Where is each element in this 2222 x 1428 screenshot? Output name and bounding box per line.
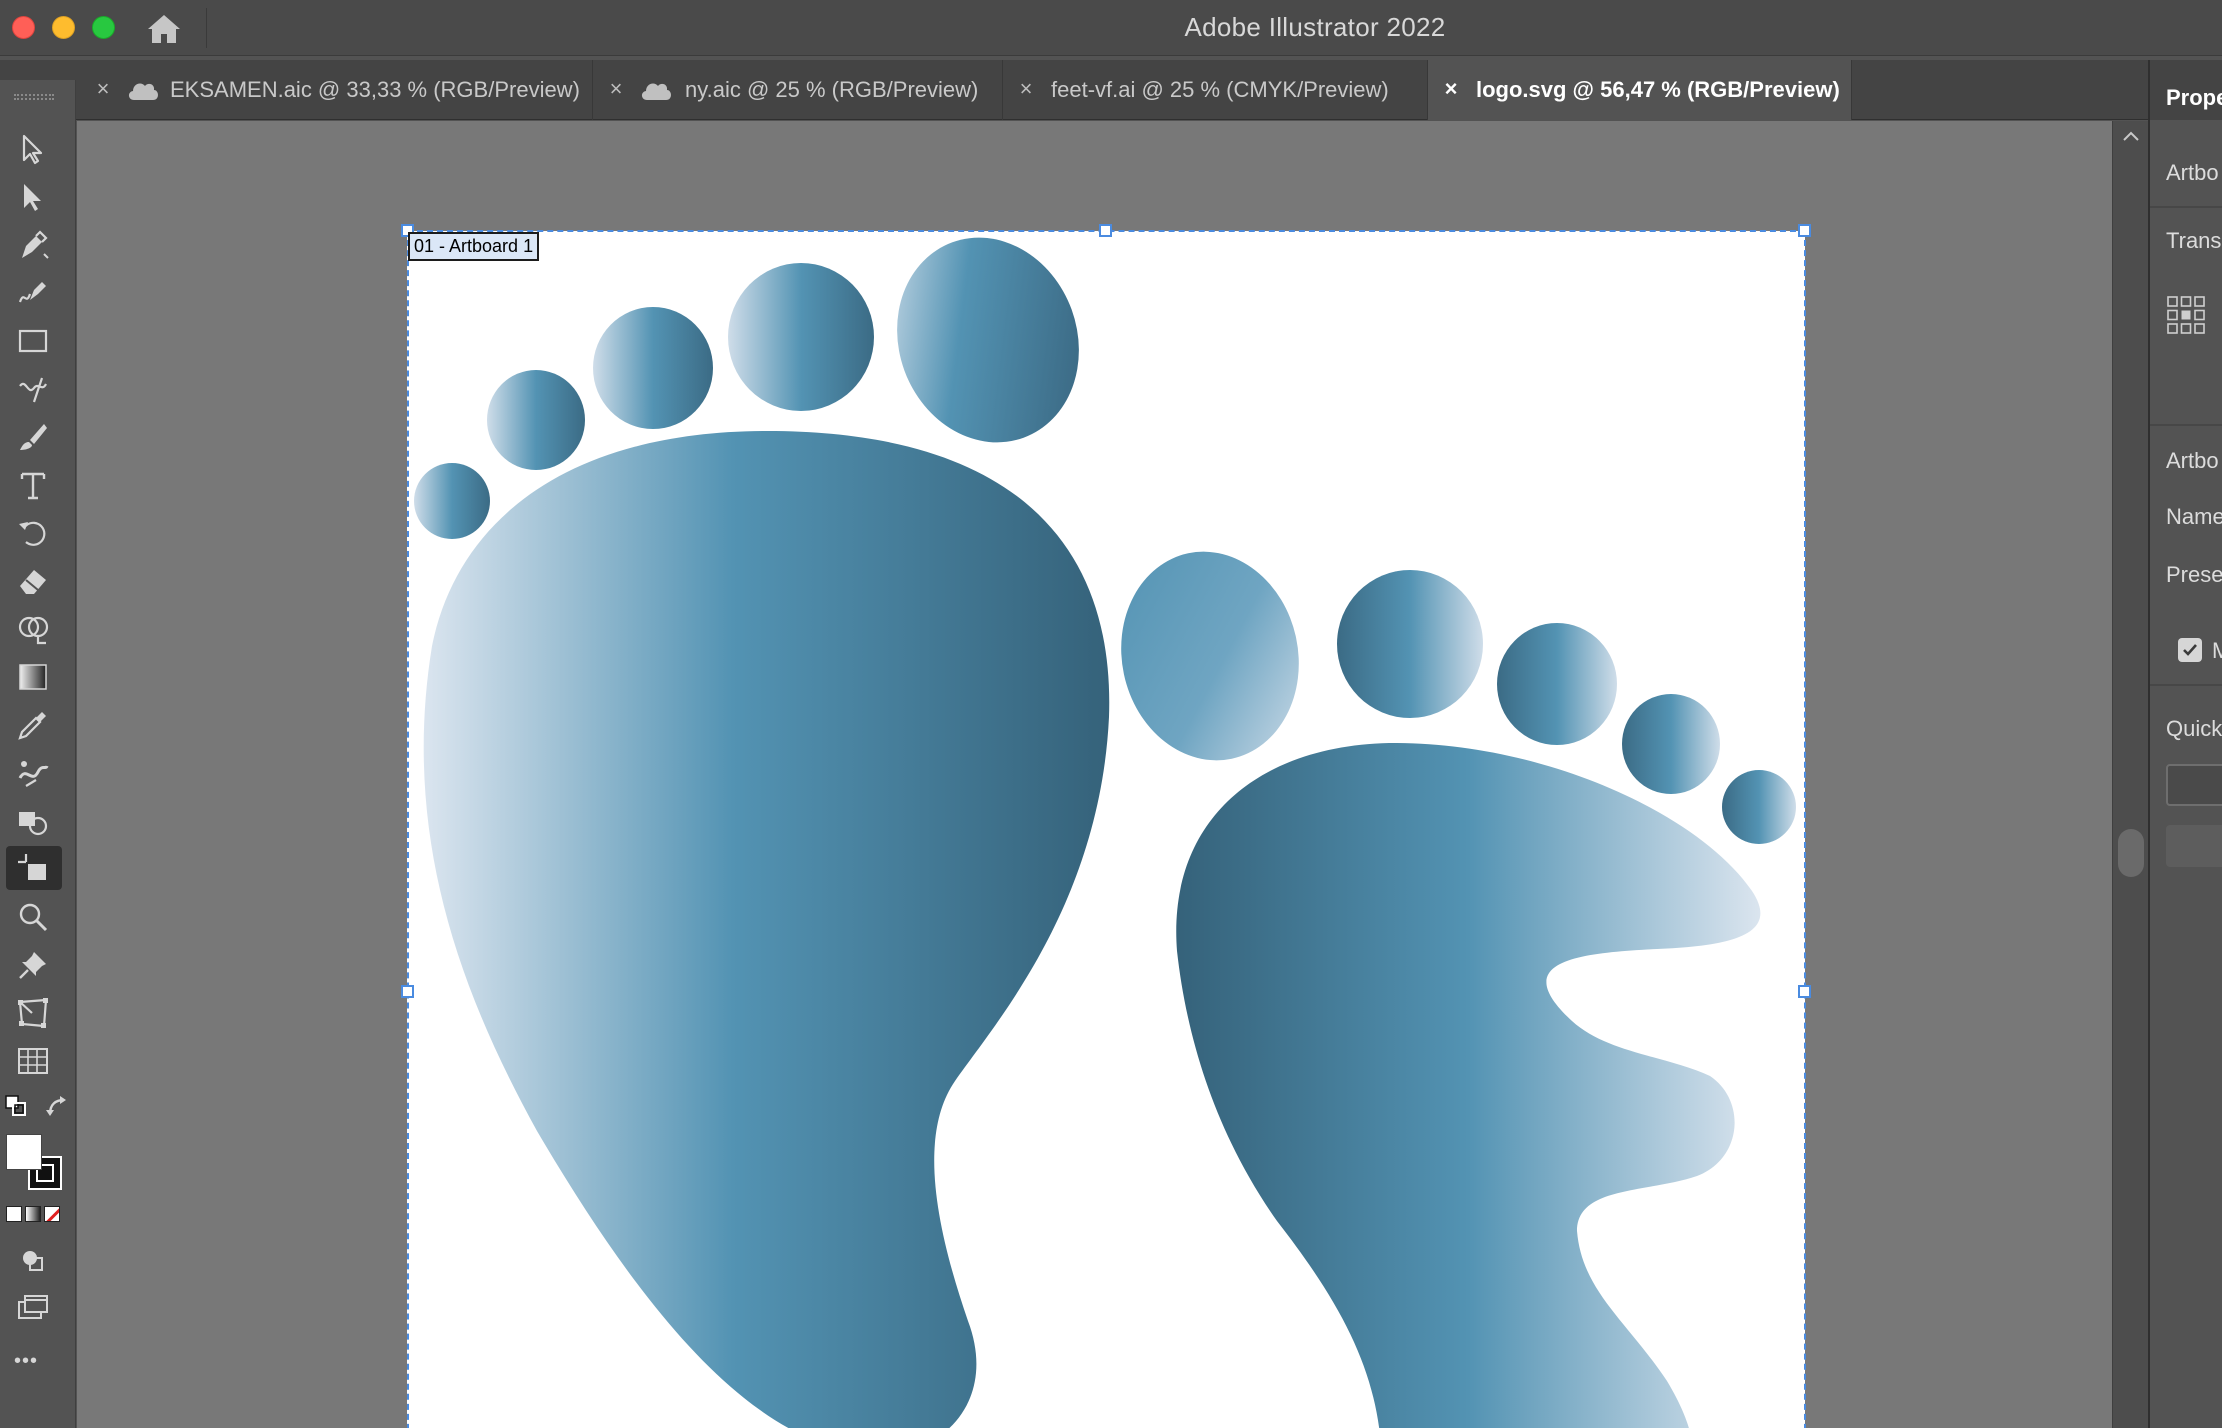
quick-actions-label: Quick [2166, 716, 2222, 741]
puppet-warp-tool-icon[interactable] [6, 750, 62, 794]
artboard-tool-icon[interactable] [6, 846, 62, 890]
type-tool-icon[interactable] [6, 462, 62, 506]
gradient-tool-icon[interactable] [6, 654, 62, 698]
right-foot-toe-2 [1337, 570, 1483, 718]
color-mode-icon[interactable] [6, 1206, 22, 1222]
close-tab-icon[interactable]: × [92, 76, 114, 102]
properties-panel-title: Prope [2166, 85, 2222, 110]
pin-tool-icon[interactable] [6, 942, 62, 986]
move-artwork-checkbox[interactable] [2178, 638, 2202, 662]
curvature-tool-icon[interactable] [6, 270, 62, 314]
tab-logo-svg[interactable]: × logo.svg @ 56,47 % (RGB/Preview) [1428, 60, 1852, 120]
illustrator-window: Adobe Illustrator 2022 ›› × EKSAMEN.aic … [0, 0, 2222, 1428]
eyedropper-tool-icon[interactable] [6, 702, 62, 746]
scroll-up-icon[interactable] [2119, 127, 2143, 145]
artboard-preset-label: Prese [2166, 562, 2222, 587]
left-foot-toe-2 [487, 370, 585, 470]
tab-eksamen[interactable]: × EKSAMEN.aic @ 33,33 % (RGB/Preview) [80, 60, 593, 120]
free-transform-tool-icon[interactable] [6, 990, 62, 1034]
pen-tool-icon[interactable] [6, 222, 62, 266]
footprints-artwork[interactable] [407, 231, 1807, 1428]
artboard-handle-middle-right[interactable] [1798, 985, 1811, 998]
gradient-mode-icon[interactable] [25, 1206, 41, 1222]
shaper-tool-icon[interactable] [6, 366, 62, 410]
document-tab-bar: ›› × EKSAMEN.aic @ 33,33 % (RGB/Preview)… [0, 60, 2148, 140]
left-foot-toe-1 [414, 463, 490, 539]
toolbar-grip[interactable] [14, 94, 54, 100]
panel-divider [2150, 206, 2222, 208]
tab-label: logo.svg @ 56,47 % (RGB/Preview) [1476, 77, 1840, 102]
right-foot-toe-3 [1497, 623, 1617, 745]
direct-selection-tool-icon[interactable] [6, 174, 62, 218]
graph-tool-icon[interactable] [6, 1038, 62, 1082]
right-foot-toe-5 [1722, 770, 1796, 844]
left-foot-sole [423, 431, 1110, 1428]
cloud-document-icon [126, 78, 160, 102]
left-foot-toe-4 [728, 263, 874, 411]
scrollbar-thumb[interactable] [2118, 829, 2144, 877]
eraser-tool-icon[interactable] [6, 558, 62, 602]
artboard-name-label: Name [2166, 504, 2222, 529]
rectangle-tool-icon[interactable] [6, 318, 62, 362]
tab-feet-vf[interactable]: × feet-vf.ai @ 25 % (CMYK/Preview) [1003, 60, 1428, 120]
reference-point-icon[interactable] [2166, 295, 2206, 335]
color-mode-buttons [6, 1206, 62, 1224]
fill-swatch[interactable] [6, 1134, 42, 1170]
artboard-options-section-label: Artbo [2166, 448, 2219, 473]
document-canvas[interactable]: 01 - Artboard 1 [77, 121, 2112, 1428]
panel-divider [2150, 684, 2222, 686]
screen-mode-icon[interactable] [6, 1284, 62, 1328]
close-tab-icon[interactable]: × [1015, 76, 1037, 102]
artboard-name-label[interactable]: 01 - Artboard 1 [408, 232, 540, 261]
none-mode-icon[interactable] [44, 1206, 60, 1222]
fill-stroke-swatch[interactable] [6, 1134, 64, 1192]
move-artwork-label: M [2212, 638, 2222, 664]
rotate-tool-icon[interactable] [6, 510, 62, 554]
properties-panel: Prope Artbo Trans Artbo Name Prese M [2148, 60, 2222, 1428]
properties-panel-header[interactable]: Prope [2150, 60, 2222, 120]
cloud-document-icon [639, 78, 673, 102]
left-foot-big-toe [897, 237, 1079, 443]
draw-mode-icon[interactable] [6, 1238, 62, 1282]
tab-label: EKSAMEN.aic @ 33,33 % (RGB/Preview) [170, 77, 580, 102]
right-foot-toe-4 [1622, 694, 1720, 794]
zoom-tool-icon[interactable] [6, 894, 62, 938]
edit-toolbar-more-icon[interactable]: ••• [14, 1350, 38, 1373]
artboard-section-label: Artbo [2166, 160, 2219, 185]
panel-divider [2150, 424, 2222, 426]
transform-section-label: Trans [2166, 228, 2222, 253]
right-foot-big-toe [1121, 551, 1299, 761]
default-fill-stroke-icon[interactable] [4, 1094, 34, 1124]
quick-action-button[interactable] [2166, 825, 2222, 867]
shape-builder-tool-icon[interactable] [6, 606, 62, 650]
tools-panel: ••• [0, 80, 76, 1428]
title-bar: Adobe Illustrator 2022 [0, 0, 2222, 56]
artboard-handle-middle-left[interactable] [401, 985, 414, 998]
quick-action-field[interactable] [2166, 764, 2222, 806]
close-tab-icon[interactable]: × [605, 76, 627, 102]
tab-ny[interactable]: × ny.aic @ 25 % (RGB/Preview) [593, 60, 1003, 120]
artboard-handle-top-right[interactable] [1798, 224, 1811, 237]
right-foot-sole [1176, 742, 1761, 1428]
artboard-handle-top-center[interactable] [1099, 224, 1112, 237]
vertical-scrollbar[interactable] [2112, 121, 2148, 1428]
close-tab-icon[interactable]: × [1440, 76, 1462, 102]
app-title: Adobe Illustrator 2022 [1184, 12, 1446, 42]
paintbrush-tool-icon[interactable] [6, 414, 62, 458]
tab-label: feet-vf.ai @ 25 % (CMYK/Preview) [1051, 77, 1389, 102]
left-foot-toe-3 [593, 307, 713, 429]
live-paint-bucket-tool-icon[interactable] [6, 798, 62, 842]
tab-label: ny.aic @ 25 % (RGB/Preview) [685, 77, 979, 102]
swap-fill-stroke-icon[interactable] [44, 1094, 74, 1124]
selection-tool-icon[interactable] [6, 126, 62, 170]
